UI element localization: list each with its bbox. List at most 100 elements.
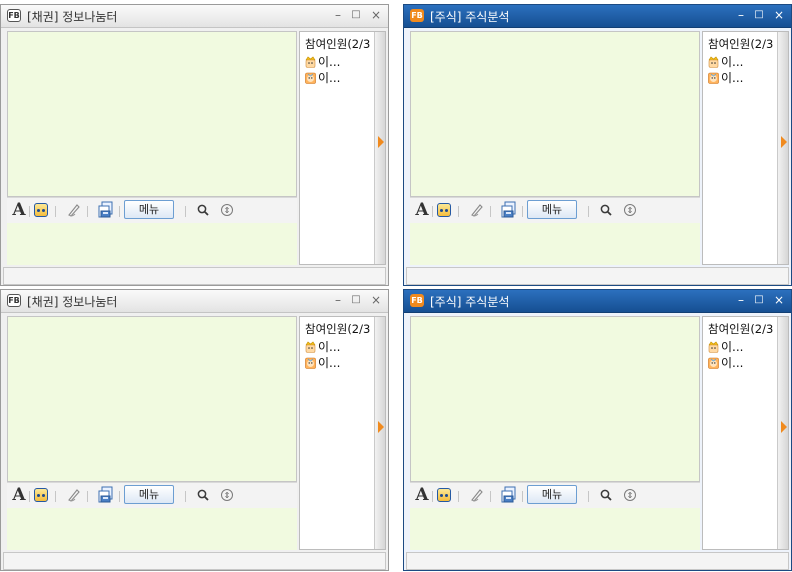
crown-avatar-icon — [305, 56, 316, 68]
participant-item[interactable]: 이... — [708, 53, 743, 70]
window-title: [채권] 정보나눔터 — [27, 295, 118, 309]
participant-panel: 참여인원(2/3 이... 이... — [702, 31, 789, 265]
minimize-button[interactable]: – — [733, 292, 749, 308]
emoticon-icon[interactable] — [436, 200, 452, 220]
toolbar-divider — [458, 206, 459, 217]
message-input[interactable] — [7, 508, 297, 550]
message-area[interactable] — [7, 31, 297, 197]
window-titlebar[interactable]: FB [채권] 정보나눔터 – □ × — [1, 5, 388, 28]
window-titlebar[interactable]: FB [채권] 정보나눔터 – □ × — [1, 290, 388, 313]
participant-count: 참여인원(2/3 — [708, 322, 774, 336]
participant-item[interactable]: 이... — [708, 69, 743, 86]
participant-item[interactable]: 이... — [305, 69, 340, 86]
fb-logo-icon: FB — [7, 294, 21, 307]
minimize-button[interactable]: – — [330, 7, 346, 23]
message-input[interactable] — [410, 508, 700, 550]
close-button[interactable]: × — [368, 292, 384, 308]
pen-icon[interactable] — [468, 200, 486, 220]
toolbar-divider — [588, 206, 589, 217]
participant-count: 참여인원(2/3 — [708, 37, 774, 51]
maximize-button[interactable]: □ — [348, 7, 364, 23]
toolbar-divider — [458, 491, 459, 502]
face-avatar-icon — [708, 72, 719, 84]
participant-item[interactable]: 이... — [305, 53, 340, 70]
pen-icon[interactable] — [468, 485, 486, 505]
close-button[interactable]: × — [368, 7, 384, 23]
message-area[interactable] — [410, 316, 700, 482]
participant-scrollbar[interactable] — [374, 32, 385, 264]
font-icon[interactable]: A — [11, 485, 27, 505]
menu-button[interactable]: 메뉴 — [527, 200, 577, 219]
menu-button[interactable]: 메뉴 — [124, 200, 174, 219]
maximize-button[interactable]: □ — [751, 292, 767, 308]
search-icon[interactable] — [598, 200, 614, 220]
participant-item[interactable]: 이... — [305, 354, 340, 371]
emoticon-icon[interactable] — [33, 200, 49, 220]
scroll-arrow-icon[interactable] — [781, 136, 787, 148]
scroll-arrow-icon[interactable] — [781, 421, 787, 433]
maximize-button[interactable]: □ — [751, 7, 767, 23]
close-button[interactable]: × — [771, 7, 787, 23]
close-button[interactable]: × — [771, 292, 787, 308]
toolbar-divider — [185, 206, 186, 217]
font-icon[interactable]: A — [414, 200, 430, 220]
minimize-button[interactable]: – — [330, 292, 346, 308]
more-icon[interactable]: ⇕ — [622, 200, 638, 220]
more-icon[interactable]: ⇕ — [219, 200, 235, 220]
toolbar-divider — [87, 206, 88, 217]
file-transfer-icon[interactable] — [500, 200, 518, 220]
message-input[interactable] — [7, 223, 297, 265]
fb-logo-icon: FB — [410, 294, 424, 307]
maximize-button[interactable]: □ — [348, 292, 364, 308]
pen-icon[interactable] — [65, 200, 83, 220]
participant-count: 참여인원(2/3 — [305, 322, 371, 336]
more-icon[interactable]: ⇕ — [622, 485, 638, 505]
toolbar-divider — [490, 206, 491, 217]
search-icon[interactable] — [598, 485, 614, 505]
font-icon[interactable]: A — [11, 200, 27, 220]
emoticon-icon[interactable] — [436, 485, 452, 505]
face-avatar-icon — [708, 357, 719, 369]
toolbar-divider — [55, 491, 56, 502]
menu-button[interactable]: 메뉴 — [124, 485, 174, 504]
window-titlebar[interactable]: FB [주식] 주식분석 – □ × — [404, 5, 791, 28]
scroll-arrow-icon[interactable] — [378, 136, 384, 148]
message-input[interactable] — [410, 223, 700, 265]
scroll-arrow-icon[interactable] — [378, 421, 384, 433]
pen-icon[interactable] — [65, 485, 83, 505]
search-icon[interactable] — [195, 200, 211, 220]
menu-button[interactable]: 메뉴 — [527, 485, 577, 504]
toolbar-divider — [87, 491, 88, 502]
participant-item[interactable]: 이... — [708, 354, 743, 371]
participant-count: 참여인원(2/3 — [305, 37, 371, 51]
emoticon-icon[interactable] — [33, 485, 49, 505]
font-icon[interactable]: A — [414, 485, 430, 505]
window-title: [채권] 정보나눔터 — [27, 10, 118, 24]
file-transfer-icon[interactable] — [500, 485, 518, 505]
message-area[interactable] — [410, 31, 700, 197]
participant-name: 이... — [318, 71, 341, 85]
minimize-button[interactable]: – — [733, 7, 749, 23]
toolbar-divider — [29, 206, 30, 217]
status-bar — [3, 552, 386, 570]
more-icon[interactable]: ⇕ — [219, 485, 235, 505]
chat-toolbar: A 메뉴 ⇕ — [410, 482, 700, 508]
window-title: [주식] 주식분석 — [430, 10, 510, 24]
participant-item[interactable]: 이... — [708, 338, 743, 355]
file-transfer-icon[interactable] — [97, 200, 115, 220]
participant-scrollbar[interactable] — [374, 317, 385, 549]
search-icon[interactable] — [195, 485, 211, 505]
participant-scrollbar[interactable] — [777, 32, 788, 264]
toolbar-divider — [119, 491, 120, 502]
participant-name: 이... — [721, 71, 744, 85]
participant-item[interactable]: 이... — [305, 338, 340, 355]
participant-name: 이... — [318, 356, 341, 370]
participant-panel: 참여인원(2/3 이... 이... — [702, 316, 789, 550]
participant-scrollbar[interactable] — [777, 317, 788, 549]
file-transfer-icon[interactable] — [97, 485, 115, 505]
toolbar-divider — [490, 491, 491, 502]
toolbar-divider — [119, 206, 120, 217]
window-titlebar[interactable]: FB [주식] 주식분석 – □ × — [404, 290, 791, 313]
participant-name: 이... — [318, 55, 341, 69]
message-area[interactable] — [7, 316, 297, 482]
